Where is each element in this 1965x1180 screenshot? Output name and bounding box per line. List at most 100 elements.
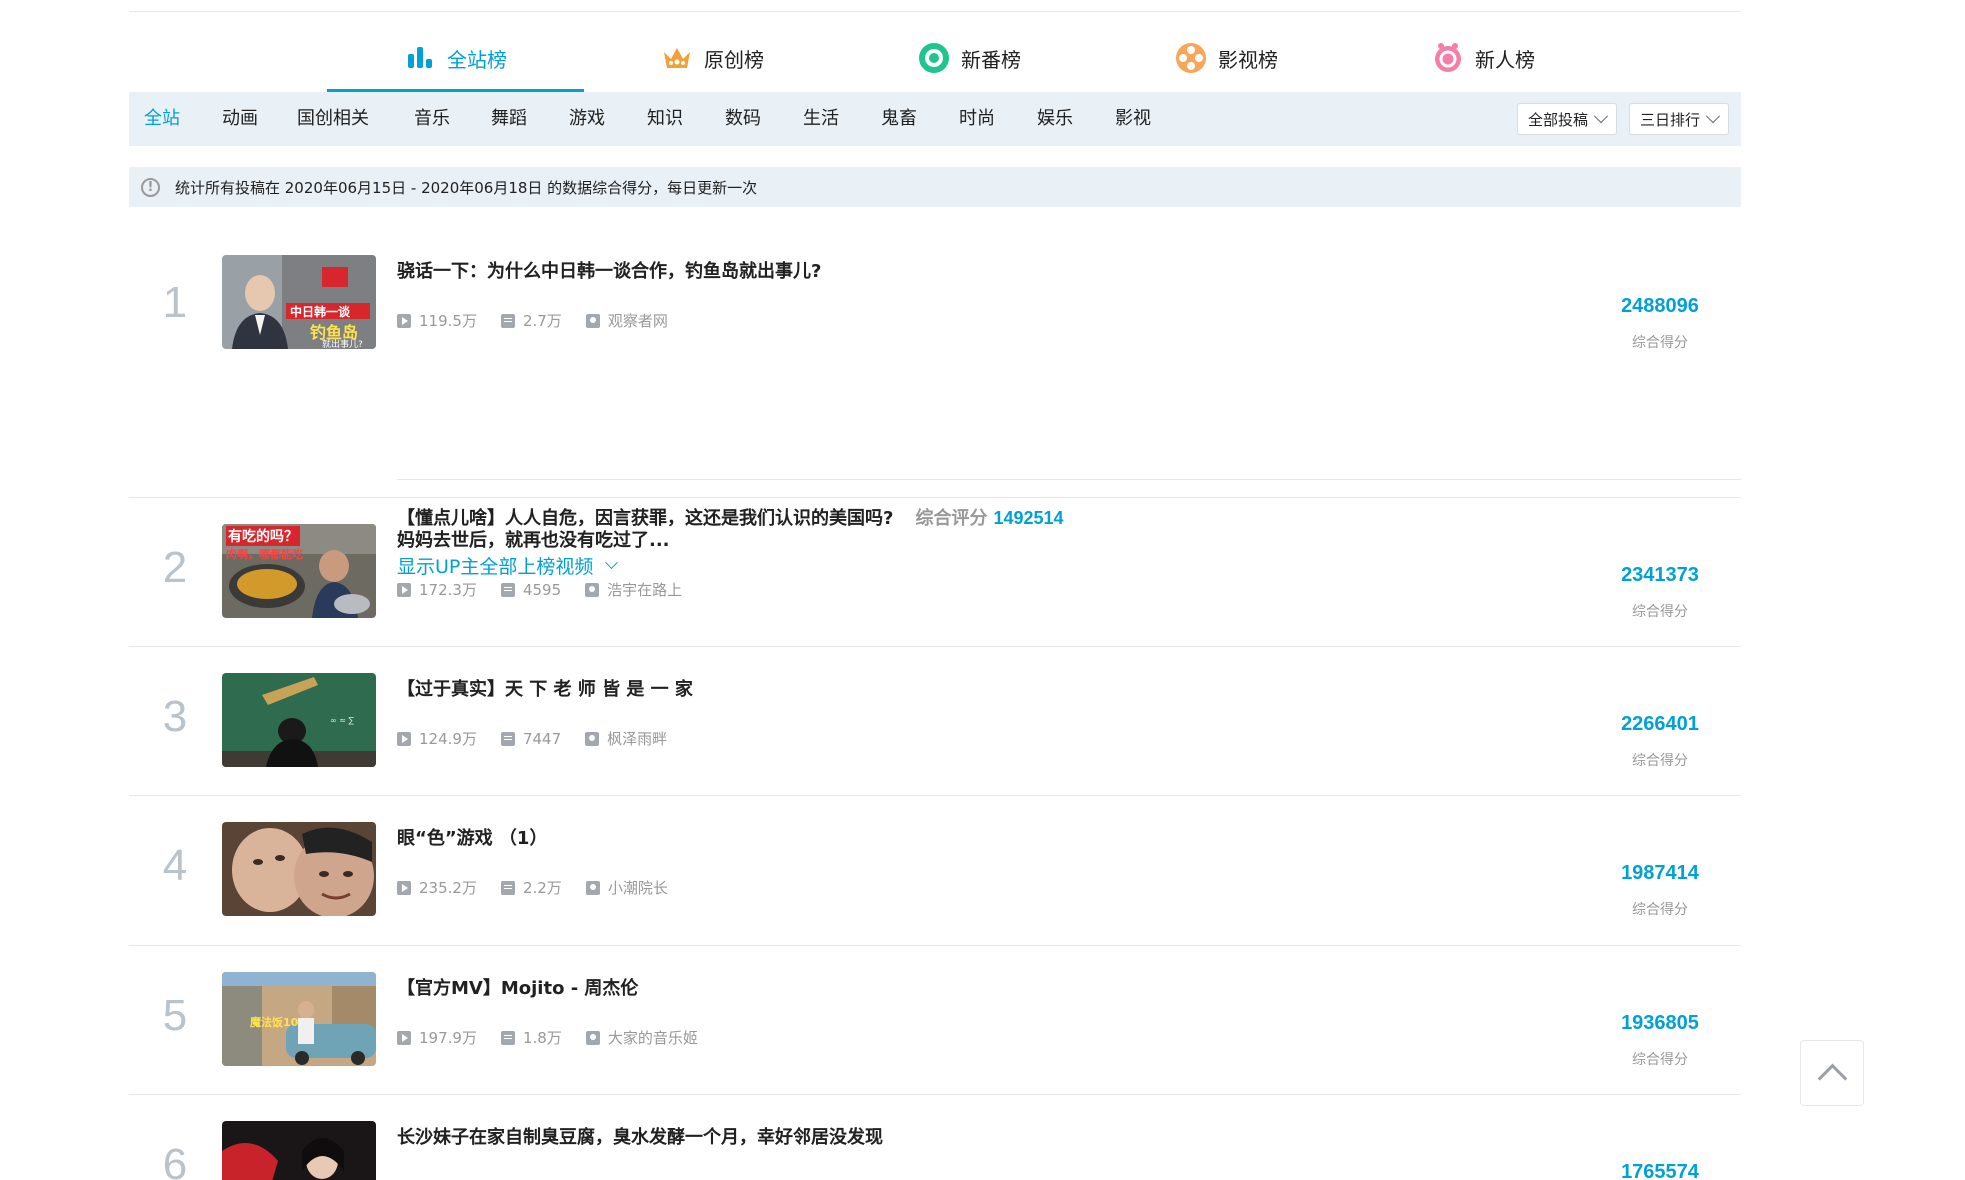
uploader[interactable]: 枫泽雨畔 <box>585 728 667 749</box>
thumb-caption: 就出事儿? <box>322 340 363 349</box>
video-title[interactable]: 眼“色”游戏 （1） <box>397 824 547 850</box>
tab-newcomer[interactable]: 新人榜 <box>1355 24 1612 92</box>
danmaku-count: 7447 <box>500 730 561 748</box>
category-entertainment[interactable]: 娱乐 <box>1037 92 1073 146</box>
category-music[interactable]: 音乐 <box>414 92 450 146</box>
tab-all-site[interactable]: 全站榜 <box>327 24 584 92</box>
play-count-value: 197.9万 <box>419 1029 477 1047</box>
select-value: 全部投稿 <box>1527 110 1588 129</box>
video-meta: 197.9万 1.8万 大家的音乐姬 <box>397 1027 722 1048</box>
category-animation[interactable]: 动画 <box>222 92 258 146</box>
video-title[interactable]: 骁话一下：为什么中日韩一谈合作，钓鱼岛就出事儿? <box>397 257 821 283</box>
video-meta: 235.2万 2.2万 小潮院长 <box>397 877 692 898</box>
video-title[interactable]: 长沙妹子在家自制臭豆腐，臭水发酵一个月，幸好邻居没发现 <box>397 1123 883 1149</box>
thumb-caption: 肉啊，哪都能吃 <box>226 548 303 561</box>
score-value: 1987414 <box>1621 862 1699 884</box>
rank-number: 5 <box>162 991 188 1040</box>
video-meta: 172.3万 4595 浩宇在路上 <box>397 579 706 600</box>
play-icon <box>397 731 411 746</box>
tab-label: 全站榜 <box>447 47 507 72</box>
video-thumbnail[interactable]: 中日韩一谈 钓鱼岛 就出事儿? <box>222 255 376 349</box>
score-label: 综合得分 <box>1632 335 1688 351</box>
rank-item-5: 5 魔法饭10 【官方MV】Mojito - 周杰伦 197.9万 1.8万 大… <box>129 945 1741 1095</box>
rank-number: 1 <box>162 278 188 327</box>
rank-item-1: 1 中日韩一谈 钓鱼岛 就出事儿? 骁话一下：为什么中日韩一谈合作，钓鱼岛就出事… <box>129 232 1741 578</box>
uploader-other-videos: 【懂点儿啥】人人自危，因言获罪，这还是我们认识的美国吗? 综合评分 1492514 … <box>397 479 1741 578</box>
filter-dropdowns: 全部投稿 三日排行 <box>1516 103 1729 135</box>
rank-item-2: 2 有吃的吗？ 肉啊，哪都能吃 妈妈去世后，就再也没有吃过了... 172.3万… <box>129 497 1741 647</box>
rank-number: 3 <box>162 692 188 741</box>
category-all[interactable]: 全站 <box>144 92 180 146</box>
category-film[interactable]: 影视 <box>1115 92 1151 146</box>
category-knowledge[interactable]: 知识 <box>647 92 683 146</box>
video-thumbnail[interactable] <box>222 1121 376 1180</box>
play-count-value: 235.2万 <box>419 879 477 897</box>
rank-tabs: 全站榜 原创榜 新番榜 影视榜 新人榜 <box>327 24 1612 92</box>
video-thumbnail[interactable]: ∞ ≈ ∑ <box>222 673 376 767</box>
video-title[interactable]: 妈妈去世后，就再也没有吃过了... <box>397 526 670 552</box>
chevron-down-icon <box>1593 109 1609 124</box>
crown-icon <box>661 42 693 74</box>
uploader[interactable]: 小潮院长 <box>585 877 668 898</box>
uploader-icon <box>585 582 600 597</box>
rank-item-4: 4 眼“色”游戏 （1） 235.2万 2.2万 小潮院长 1987414 综合… <box>129 795 1741 946</box>
video-thumbnail[interactable] <box>222 822 376 916</box>
submission-type-select[interactable]: 全部投稿 <box>1516 103 1617 135</box>
rank-number: 2 <box>162 543 188 592</box>
score-block: 2488096 综合得分 <box>1605 295 1715 352</box>
uploader[interactable]: 大家的音乐姬 <box>585 1027 698 1048</box>
tab-label: 新番榜 <box>961 47 1021 72</box>
category-kichiku[interactable]: 鬼畜 <box>881 92 917 146</box>
video-title[interactable]: 【官方MV】Mojito - 周杰伦 <box>397 974 638 1000</box>
rank-item-3: 3 ∞ ≈ ∑ 【过于真实】天 下 老 师 皆 是 一 家 124.9万 744… <box>129 646 1741 796</box>
score-block: 1765574 <box>1605 1161 1715 1180</box>
uploader-name: 大家的音乐姬 <box>607 1029 698 1047</box>
uploader[interactable]: 浩宇在路上 <box>585 579 682 600</box>
score-label: 综合得分 <box>1632 604 1688 620</box>
select-value: 三日排行 <box>1639 110 1700 129</box>
tab-label: 影视榜 <box>1218 47 1278 72</box>
rank-number: 6 <box>162 1140 188 1180</box>
video-title[interactable]: 【过于真实】天 下 老 师 皆 是 一 家 <box>397 675 693 701</box>
tab-film-tv[interactable]: 影视榜 <box>1098 24 1355 92</box>
category-dance[interactable]: 舞蹈 <box>491 92 527 146</box>
category-game[interactable]: 游戏 <box>569 92 605 146</box>
category-bar: 全站 动画 国创相关 音乐 舞蹈 游戏 知识 数码 生活 鬼畜 时尚 娱乐 影视… <box>129 92 1741 146</box>
uploader-name: 浩宇在路上 <box>607 581 683 599</box>
tab-new-anime[interactable]: 新番榜 <box>841 24 1098 92</box>
category-fashion[interactable]: 时尚 <box>959 92 995 146</box>
film-reel-icon <box>1175 42 1207 74</box>
category-guochuang[interactable]: 国创相关 <box>297 92 369 146</box>
video-thumbnail[interactable]: 有吃的吗？ 肉啊，哪都能吃 <box>222 524 376 618</box>
play-count-value: 119.5万 <box>419 312 477 330</box>
play-count-value: 124.9万 <box>419 730 477 748</box>
score-block: 2266401 综合得分 <box>1605 713 1715 770</box>
category-digital[interactable]: 数码 <box>725 92 761 146</box>
score-value: 2488096 <box>1621 295 1699 317</box>
uploader[interactable]: 观察者网 <box>585 310 668 331</box>
play-count: 235.2万 <box>397 877 477 898</box>
video-thumbnail[interactable]: 魔法饭10 <box>222 972 376 1066</box>
period-select[interactable]: 三日排行 <box>1628 103 1729 135</box>
rank-item-6: 6 长沙妹子在家自制臭豆腐，臭水发酵一个月，幸好邻居没发现 1765574 <box>129 1094 1741 1180</box>
danmaku-icon <box>500 731 515 746</box>
chevron-up-icon <box>1817 1063 1847 1093</box>
tab-original[interactable]: 原创榜 <box>584 24 841 92</box>
score-value: 1936805 <box>1621 1012 1699 1034</box>
uploader-icon <box>585 313 600 328</box>
top-divider <box>129 11 1741 12</box>
chevron-down-icon <box>1705 109 1721 124</box>
danmaku-count-value: 4595 <box>522 580 562 599</box>
danmaku-count: 4595 <box>500 580 562 599</box>
thumb-caption: 中日韩一谈 <box>290 305 351 319</box>
back-to-top-button[interactable] <box>1800 1040 1864 1106</box>
category-life[interactable]: 生活 <box>803 92 839 146</box>
uploader-icon <box>585 880 600 895</box>
play-count: 124.9万 <box>397 728 477 749</box>
score-label: 综合得分 <box>1632 1052 1688 1068</box>
play-icon <box>397 313 411 328</box>
danmaku-icon <box>500 582 515 597</box>
score-value: 2341373 <box>1621 564 1699 586</box>
bar-chart-icon <box>404 42 436 74</box>
uploader-icon <box>585 731 600 746</box>
